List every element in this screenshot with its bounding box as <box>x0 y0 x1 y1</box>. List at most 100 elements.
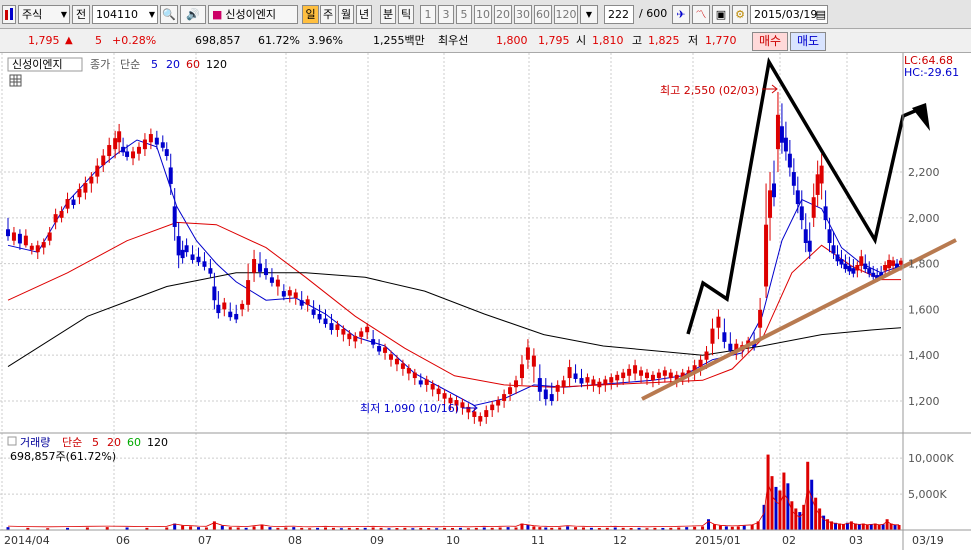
legend-ma60: 60 <box>186 58 200 71</box>
volume-bar <box>865 524 869 530</box>
candle-body <box>579 378 584 384</box>
candle-body <box>406 367 411 374</box>
candle-body <box>172 206 177 227</box>
candle-body <box>329 323 334 330</box>
y-tick-label: 1,800 <box>908 258 940 271</box>
volume-bar <box>885 519 889 530</box>
volume-bar <box>742 525 746 530</box>
price-chart[interactable]: 1,200 1,400 1,600 1,800 2,000 2,200 2014/04 06… <box>0 53 971 550</box>
prefix-button[interactable]: 전 <box>72 5 90 24</box>
volume-bar <box>189 526 193 530</box>
candle-body <box>65 199 70 209</box>
speaker-icon[interactable]: 🔊 <box>180 5 206 24</box>
period-week[interactable]: 주 <box>320 5 336 24</box>
volume-bar <box>794 508 798 530</box>
candle-body <box>768 190 773 218</box>
low-label: 저 <box>688 34 699 47</box>
up-arrow-icon: ▲ <box>65 35 73 46</box>
vol-legend-name: 거래량 <box>20 436 50 449</box>
hc-readout: HC:-29.61 <box>904 66 959 79</box>
candle-body <box>502 394 507 401</box>
period-year[interactable]: 년 <box>356 5 372 24</box>
x-tick-label: 06 <box>116 534 130 547</box>
candle-body <box>335 324 340 330</box>
volume-bar <box>712 524 716 530</box>
period-day[interactable]: 일 <box>302 5 319 24</box>
minute-120[interactable]: 120 <box>554 5 578 24</box>
table-icon[interactable] <box>9 74 22 87</box>
candle-body <box>899 260 903 265</box>
vol-current: 698,857주(61.72%) <box>10 450 116 463</box>
volume-bar <box>857 524 861 530</box>
chevron-down-icon: ▼ <box>60 10 67 19</box>
minute-30[interactable]: 30 <box>514 5 532 24</box>
candle-body <box>496 400 501 406</box>
candle-body <box>555 384 560 392</box>
high-annotation: 최고 2,550 (02/03) <box>660 84 759 97</box>
candle-body <box>799 206 804 221</box>
x-tick-label: 08 <box>288 534 302 547</box>
candle-body <box>377 346 382 352</box>
candle-body <box>311 309 316 315</box>
sell-button[interactable]: 매도 <box>790 32 826 51</box>
period-tick[interactable]: 틱 <box>398 5 414 24</box>
period-month[interactable]: 월 <box>338 5 354 24</box>
candle-body <box>887 259 892 269</box>
chevron-down-icon: ▼ <box>148 10 155 19</box>
date-input[interactable]: 2015/03/19 ▤ <box>750 5 828 24</box>
save-icon[interactable]: ▣ <box>712 5 730 24</box>
volume-panel-icon[interactable] <box>7 436 17 446</box>
candle-body <box>35 245 40 253</box>
candle-body <box>424 379 429 385</box>
minute-60[interactable]: 60 <box>534 5 552 24</box>
x-tick-label: 03 <box>849 534 863 547</box>
volume-bar <box>762 504 766 530</box>
minute-3[interactable]: 3 <box>438 5 454 24</box>
stock-name[interactable]: ■ 신성이엔지 <box>208 5 298 24</box>
chart-icon[interactable] <box>2 5 16 24</box>
candle-body <box>827 229 832 243</box>
candle-body <box>519 364 524 379</box>
minute-1[interactable]: 1 <box>420 5 436 24</box>
candle-body <box>668 372 673 379</box>
minute-5[interactable]: 5 <box>456 5 472 24</box>
x-tick-label: 12 <box>613 534 627 547</box>
candle-body <box>656 372 661 379</box>
open-price: 1,810 <box>592 34 624 47</box>
vol-legend-ma20: 20 <box>107 436 121 449</box>
vol-legend-ma120: 120 <box>147 436 168 449</box>
candle-body <box>603 379 608 385</box>
candle-body <box>160 142 165 148</box>
candle-body <box>107 145 112 157</box>
candle-body <box>263 268 268 276</box>
order-icon[interactable]: ✈ <box>672 5 690 24</box>
buy-button[interactable]: 매수 <box>752 32 788 51</box>
vol-legend-ma60: 60 <box>127 436 141 449</box>
volume-bar <box>718 525 722 530</box>
period-minute[interactable]: 분 <box>380 5 396 24</box>
chart-type-icon[interactable]: 〽 <box>692 5 710 24</box>
search-icon[interactable]: 🔍 <box>160 5 178 24</box>
candle-body <box>436 388 441 395</box>
candle-body <box>222 302 227 310</box>
count-input[interactable]: 222 <box>604 5 634 24</box>
volume-tick-label: 10,000K <box>908 452 954 465</box>
candle-body <box>591 379 596 385</box>
dropdown-icon[interactable]: ▼ <box>580 5 598 24</box>
candle-body <box>787 153 792 168</box>
candle-body <box>234 313 239 320</box>
minute-10[interactable]: 10 <box>474 5 492 24</box>
code-input[interactable]: 104110 ▼ <box>92 5 158 24</box>
gear-icon[interactable]: ⚙ <box>732 5 748 24</box>
candle-body <box>771 183 776 198</box>
candle-body <box>17 233 22 244</box>
candle-body <box>567 367 572 379</box>
legend-ma120: 120 <box>206 58 227 71</box>
candle-body <box>851 268 856 274</box>
volume-bar <box>837 523 841 530</box>
volume-bar <box>869 524 873 530</box>
candle-body <box>371 339 376 345</box>
market-select[interactable]: 주식 ▼ <box>18 5 70 24</box>
minute-20[interactable]: 20 <box>494 5 512 24</box>
candle-body <box>698 359 703 367</box>
